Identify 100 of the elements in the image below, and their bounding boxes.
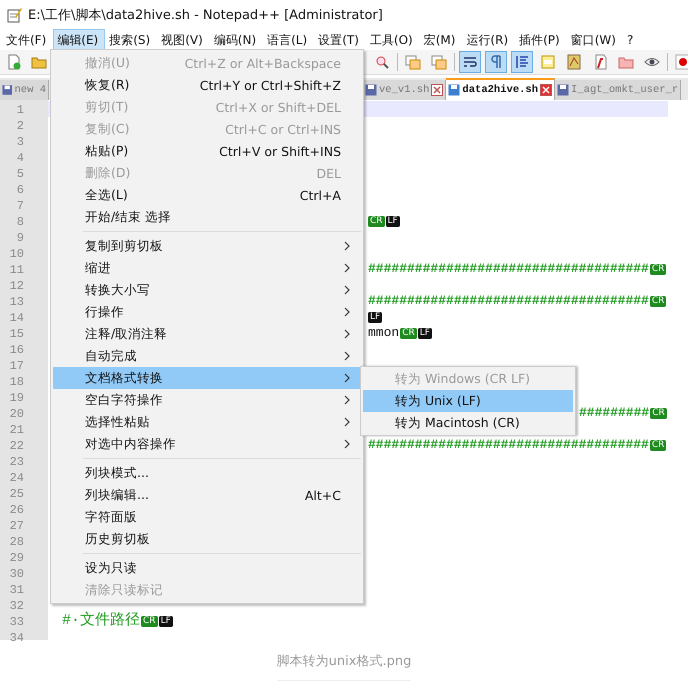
menu-item[interactable]: 搜索(S) [105, 28, 158, 52]
line-number: 15 [8, 326, 25, 342]
menu-entry-label: 自动完成 [85, 348, 138, 364]
menu-entry-label: 设为只读 [85, 560, 138, 576]
line-number: 9 [16, 230, 25, 246]
window-icon [431, 54, 447, 70]
line-number: 25 [8, 486, 25, 502]
line-ending-mark: CR [650, 440, 666, 450]
line-number: 30 [8, 566, 25, 582]
menu-item[interactable]: 设置(T) [314, 28, 366, 52]
shortcut-text: Ctrl+V or Shift+INS [219, 144, 341, 158]
menu-entry[interactable]: 历史剪切板 [53, 528, 361, 550]
menu-entry[interactable]: 缩进 [53, 257, 361, 279]
menu-entry-label: 复制到剪切板 [85, 238, 164, 254]
window-icon [405, 54, 421, 70]
menu-entry[interactable]: 行操作 [53, 301, 361, 323]
shortcut-text: Alt+C [304, 488, 341, 502]
menu-entry-label: 对选中内容操作 [85, 436, 177, 452]
menu-item[interactable]: 语言(L) [263, 28, 314, 52]
submenu-entry[interactable]: 转为 Macintosh (CR) [363, 412, 573, 434]
code-text: #################################### [368, 293, 649, 309]
menu-item[interactable]: ? [622, 30, 640, 50]
wrap-button[interactable] [459, 51, 481, 73]
menu-entry[interactable]: 全选(L) Ctrl+A [53, 184, 361, 206]
menu-entry[interactable]: 自动完成 [53, 345, 361, 367]
menu-entry[interactable]: 对选中内容操作 [53, 433, 361, 455]
menu-entry-label: 剪切(T) [85, 98, 130, 116]
indent-guide-button[interactable] [511, 51, 533, 73]
menu-entry[interactable]: 选择性粘贴 [53, 411, 361, 433]
pilcrow-button[interactable] [485, 51, 507, 73]
line-number: 21 [8, 422, 25, 438]
menu-item[interactable]: 窗口(W) [566, 28, 623, 52]
line-number: 1 [16, 102, 25, 118]
menu-item[interactable]: 插件(P) [515, 28, 567, 52]
menu-item[interactable]: 编辑(E) [53, 28, 106, 52]
menu-entry-label: 注释/取消注释 [85, 326, 168, 342]
save-icon [365, 84, 377, 96]
menu-item[interactable]: 视图(V) [157, 28, 210, 52]
line-number: 2 [16, 118, 25, 134]
line-ending-mark: LF [158, 616, 173, 626]
indent-guide-icon [514, 54, 530, 70]
shortcut-text: Ctrl+Y or Ctrl+Shift+Z [200, 78, 341, 92]
shortcut-text: Ctrl+Z or Alt+Backspace [184, 56, 341, 70]
save-icon [557, 84, 570, 96]
menu-entry-label: 删除(D) [85, 164, 132, 182]
menu-entry[interactable]: 复制到剪切板 [53, 235, 361, 257]
map-icon [566, 54, 582, 70]
notepad-icon [6, 7, 22, 23]
line-number: 8 [16, 214, 25, 230]
menu-entry[interactable]: 字符面版 [53, 506, 361, 528]
menu-item[interactable]: 工具(O) [366, 28, 420, 52]
menu-entry[interactable]: 粘贴(P) Ctrl+V or Shift+INS [53, 140, 361, 162]
menu-item[interactable]: 运行(R) [462, 28, 516, 52]
menu-entry-label: 空白字符操作 [85, 392, 164, 408]
menu-entry-label: 缩进 [85, 260, 112, 276]
menu-item[interactable]: 文件(F) [2, 28, 54, 52]
code-text: #·文件路径 [62, 613, 140, 629]
menu-entry[interactable]: 转换大小写 [53, 279, 361, 301]
line-number: 19 [8, 390, 25, 406]
menu-item[interactable]: 编码(N) [210, 28, 264, 52]
menu-entry-label: 粘贴(P) [85, 142, 130, 160]
line-number: 14 [8, 310, 25, 326]
line-ending-mark: CR [141, 616, 158, 626]
menu-entry[interactable]: 恢复(R) Ctrl+Y or Ctrl+Shift+Z [53, 74, 361, 96]
menu-item[interactable]: 宏(M) [420, 28, 462, 52]
code-text: #################################### [368, 261, 649, 277]
menu-entry-label: 历史剪切板 [85, 530, 151, 548]
save-icon [448, 84, 460, 96]
line-ending-mark: CR [368, 216, 385, 226]
menu-entry[interactable]: 列块模式... [53, 462, 361, 484]
code-text: #################################### [368, 437, 649, 453]
submenu-entry[interactable]: 转为 Unix (LF) [363, 390, 573, 412]
line-number: 22 [8, 438, 25, 454]
menu-entry-label: 开始/结束 选择 [85, 208, 172, 226]
shortcut-text: Ctrl+X or Shift+DEL [216, 100, 341, 114]
line-number: 17 [8, 358, 25, 374]
shortcut-text: Ctrl+C or Ctrl+INS [225, 122, 341, 136]
menu-entry-label: 撤消(U) [85, 54, 131, 72]
magnifier-icon [374, 54, 390, 70]
menu-entry[interactable]: 空白字符操作 [53, 389, 361, 411]
line-number: 27 [8, 518, 25, 534]
menu-entry[interactable]: 注释/取消注释 [53, 323, 361, 345]
line-ending-mark: CR [650, 264, 666, 274]
line-number: 18 [8, 374, 25, 390]
line-number: 12 [8, 278, 25, 294]
menu-entry-label: 字符面版 [85, 508, 138, 526]
menu-entry[interactable]: 列块编辑... Alt+C [53, 484, 361, 506]
line-number: 23 [8, 454, 25, 470]
line-number: 29 [8, 550, 25, 566]
line-ending-mark: CR [400, 328, 417, 338]
file-tab[interactable]: data2hive.sh [446, 78, 556, 100]
code-text: mmon [368, 325, 400, 341]
line-number: 11 [8, 262, 25, 278]
menu-entry[interactable]: 文档格式转换 [53, 367, 361, 389]
menu-entry[interactable]: 设为只读 [53, 557, 361, 579]
line-ending-mark: LF [386, 216, 400, 226]
line-ending-mark: CR [650, 296, 666, 306]
menu-entry[interactable]: 开始/结束 选择 [53, 206, 361, 228]
window-title: E:\工作\脚本\data2hive.sh - Notepad++ [Administrator] [28, 7, 383, 24]
save-icon [2, 84, 12, 96]
